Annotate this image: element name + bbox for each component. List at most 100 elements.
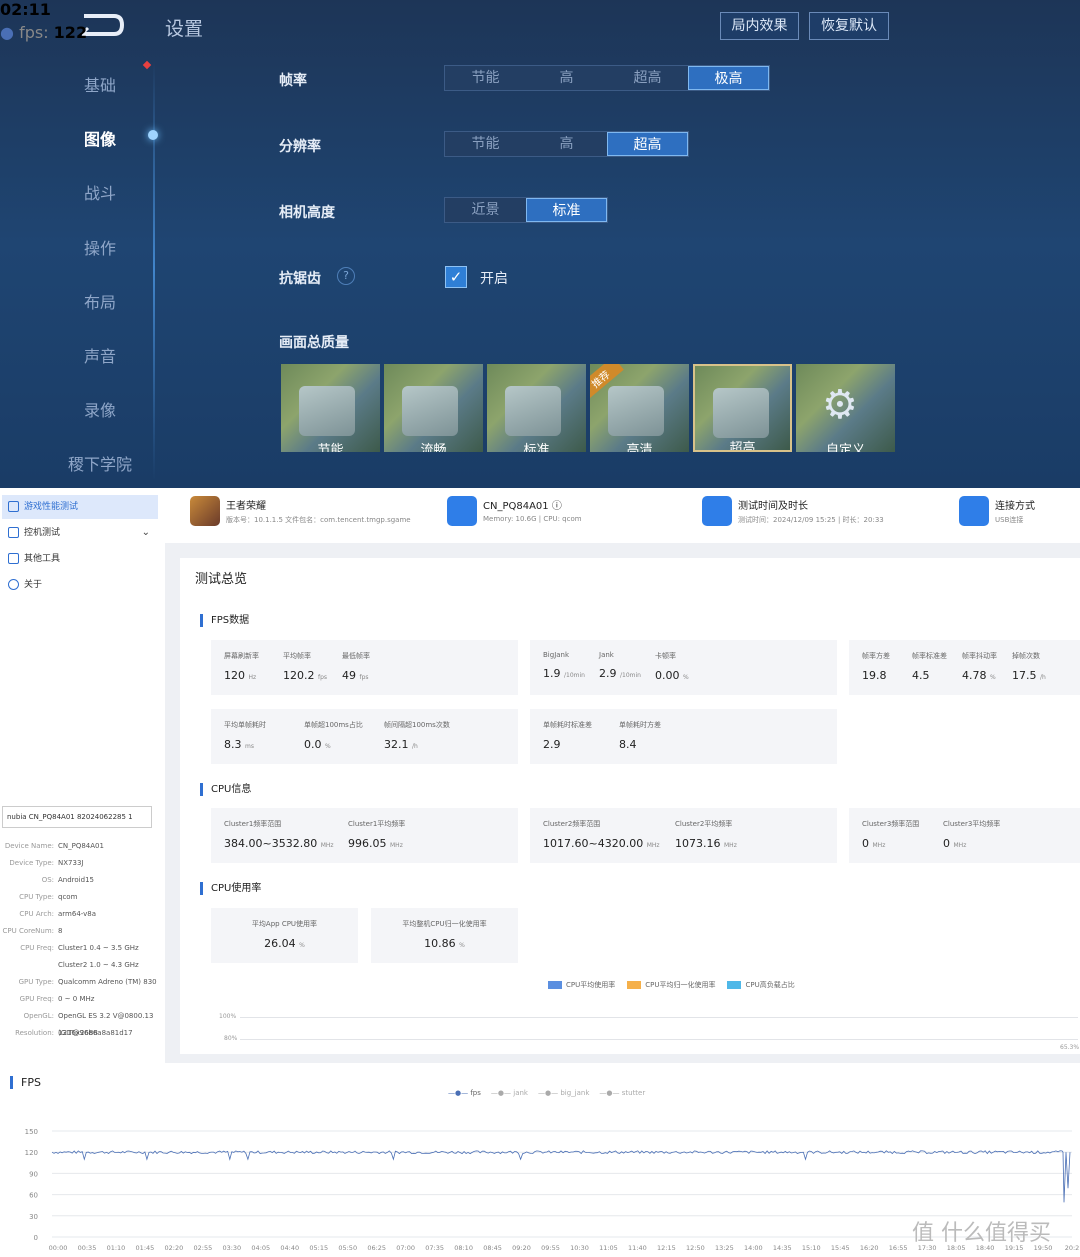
nav-item-battle[interactable]: 战斗 [60,180,140,204]
preset-label: 流畅 [420,443,447,452]
quality-preset-custom[interactable]: ⚙ 自定义 [796,364,895,452]
metric-number: 8.4 [619,738,637,751]
header-title: CN_PQ84A01 ⓘ [483,501,562,512]
metric-number: 49 [342,669,356,682]
metric-label: 单帧超100ms占比 [304,721,363,729]
resolution-label: 分辨率 [279,139,321,155]
sidebar-item-about[interactable]: 关于 [2,573,158,597]
legend-item-big-jank[interactable]: —●— big_jank [538,1089,589,1097]
in-game-effects-button[interactable]: 局内效果 [720,12,799,40]
game-avatar-icon [190,496,220,526]
device-select[interactable]: nubia CN_PQ84A01 82024062285 1 [2,806,152,828]
metric-number: 19.8 [862,669,887,682]
preset-label: 高清 [626,443,653,452]
frame-rate-option[interactable]: 超高 [607,66,688,90]
metric-value: 2.9 /10min [599,667,641,680]
metric-value: 4.5 [912,669,947,682]
y-tick-label: 0 [34,1234,38,1242]
cpu-legend: CPU平均使用率 CPU平均归一化使用率 CPU高负载占比 [548,980,795,990]
overview-title: 测试总览 [195,572,248,587]
nav-item-graphics[interactable]: 图像 [60,126,140,150]
nav-item-sound[interactable]: 声音 [60,343,140,367]
header-subtitle: 版本号：10.1.1.5 文件包名：com.tencent.tmgp.sgame [226,516,411,524]
metric: 最低帧率 49 fps [342,651,370,682]
nav-item-academy[interactable]: 稷下学院 [55,451,145,475]
metric-number: 2.9 [599,667,617,680]
metric-value: 2.9 [543,738,592,751]
metric-number: 0 [862,837,869,850]
nav-item-controls[interactable]: 操作 [60,235,140,259]
metric-value: 32.1 /h [384,738,450,751]
fps-section-title: FPS数据 [200,614,249,627]
help-icon[interactable]: ? [337,267,355,285]
metric: BigJank 1.9 /10min [543,651,585,680]
device-info-row: Resolution: 1216x2688 [2,1025,158,1042]
metric-label: 帧间隔超100ms次数 [384,721,450,729]
metric: 掉帧次数 17.5 /h [1012,651,1046,682]
metric-label: 单帧耗时方差 [619,721,661,729]
info-value: Qualcomm Adreno (TM) 830 [58,978,157,986]
sidebar-item-game-perf[interactable]: 游戏性能测试 [2,495,158,519]
y-tick-label: 90 [29,1170,38,1178]
quality-preset[interactable]: 标准 [487,364,586,452]
x-tick-label: 04:40 [280,1244,299,1252]
info-key [2,957,58,974]
frame-rate-label: 帧率 [279,73,307,89]
nav-item-basic[interactable]: 基础 [60,72,140,96]
legend-item-stutter[interactable]: —●— stutter [599,1089,645,1097]
legend-item-fps[interactable]: —●— fps [448,1089,481,1097]
header-title: 测试时间及时长 [738,501,808,512]
metric-unit: /h [1040,674,1046,681]
quality-preset[interactable]: 节能 [281,364,380,452]
x-tick-label: 16:20 [860,1244,879,1252]
metric: Cluster3频率范围 0 MHz [862,819,919,850]
metric-label: Cluster3平均频率 [943,820,1001,828]
legend-marker-icon: —●— [448,1089,469,1097]
chevron-down-icon: ⌄ [141,527,150,538]
cpu-usage-metric: 平均App CPU使用率 26.04 % [211,919,358,950]
header-subtitle: 测试时间：2024/12/09 15:25 | 时长：20:33 [738,516,884,524]
resolution-option-selected[interactable]: 超高 [607,132,688,156]
metric-value: 19.8 [862,669,890,682]
info-icon [8,579,19,590]
resolution-option[interactable]: 节能 [445,132,526,156]
sidebar-item-control-test[interactable]: 控机测试 ⌄ [2,521,158,545]
device-info-row: CPU Type: qcom [2,889,158,906]
frame-rate-option[interactable]: 节能 [445,66,526,90]
nav-item-layout[interactable]: 布局 [60,289,140,313]
sidebar-item-tools[interactable]: 其他工具 [2,547,158,571]
camera-height-option[interactable]: 近景 [445,198,526,222]
quality-preset[interactable]: 推荐 高清 [590,364,689,452]
metric-label: Jank [599,651,614,659]
metric-value: 8.3 ms [224,738,266,751]
frame-rate-option[interactable]: 高 [526,66,607,90]
device-info-row: GPU Freq: 0 ~ 0 MHz [2,991,158,1008]
metric: Cluster1频率范围 384.00~3532.80 MHz [224,819,334,850]
legend-item-jank[interactable]: —●— jank [491,1089,528,1097]
nav-item-replay[interactable]: 录像 [60,397,140,421]
camera-height-option-selected[interactable]: 标准 [526,198,607,222]
legend-item[interactable]: CPU高负载占比 [727,980,795,990]
legend-item[interactable]: CPU平均使用率 [548,980,615,990]
info-key: CPU Freq: [20,944,54,952]
quality-preset[interactable]: 流畅 [384,364,483,452]
metric: 卡顿率 0.00 % [655,651,689,682]
header-card: 测试时间及时长测试时间：2024/12/09 15:25 | 时长：20:33 [702,496,922,536]
metric-value: 996.05 MHz [348,837,405,850]
frame-rate-option-selected[interactable]: 极高 [688,66,769,90]
legend-item[interactable]: CPU平均归一化使用率 [627,980,715,990]
stone-icon [713,388,769,438]
metric-unit: % [325,743,331,750]
gridline [240,1039,1078,1040]
metric-value: 10.86 % [371,937,518,950]
quality-preset-selected[interactable]: 超高 [693,364,792,452]
fps-legend: —●— fps —●— jank —●— big_jank —●— stutte… [448,1089,645,1097]
resolution-option[interactable]: 高 [526,132,607,156]
restore-default-button[interactable]: 恢复默认 [809,12,889,40]
info-value: CN_PQ84A01 [58,842,104,850]
antialias-checkbox[interactable]: ✓ [445,266,467,288]
metric-unit: MHz [646,842,660,849]
header-title: 王者荣耀 [226,501,266,512]
game-settings-panel: 设置 局内效果 恢复默认 基础 图像 战斗 操作 布局 声音 录像 稷下学院 帧… [0,0,1080,488]
x-tick-label: 02:55 [193,1244,212,1252]
